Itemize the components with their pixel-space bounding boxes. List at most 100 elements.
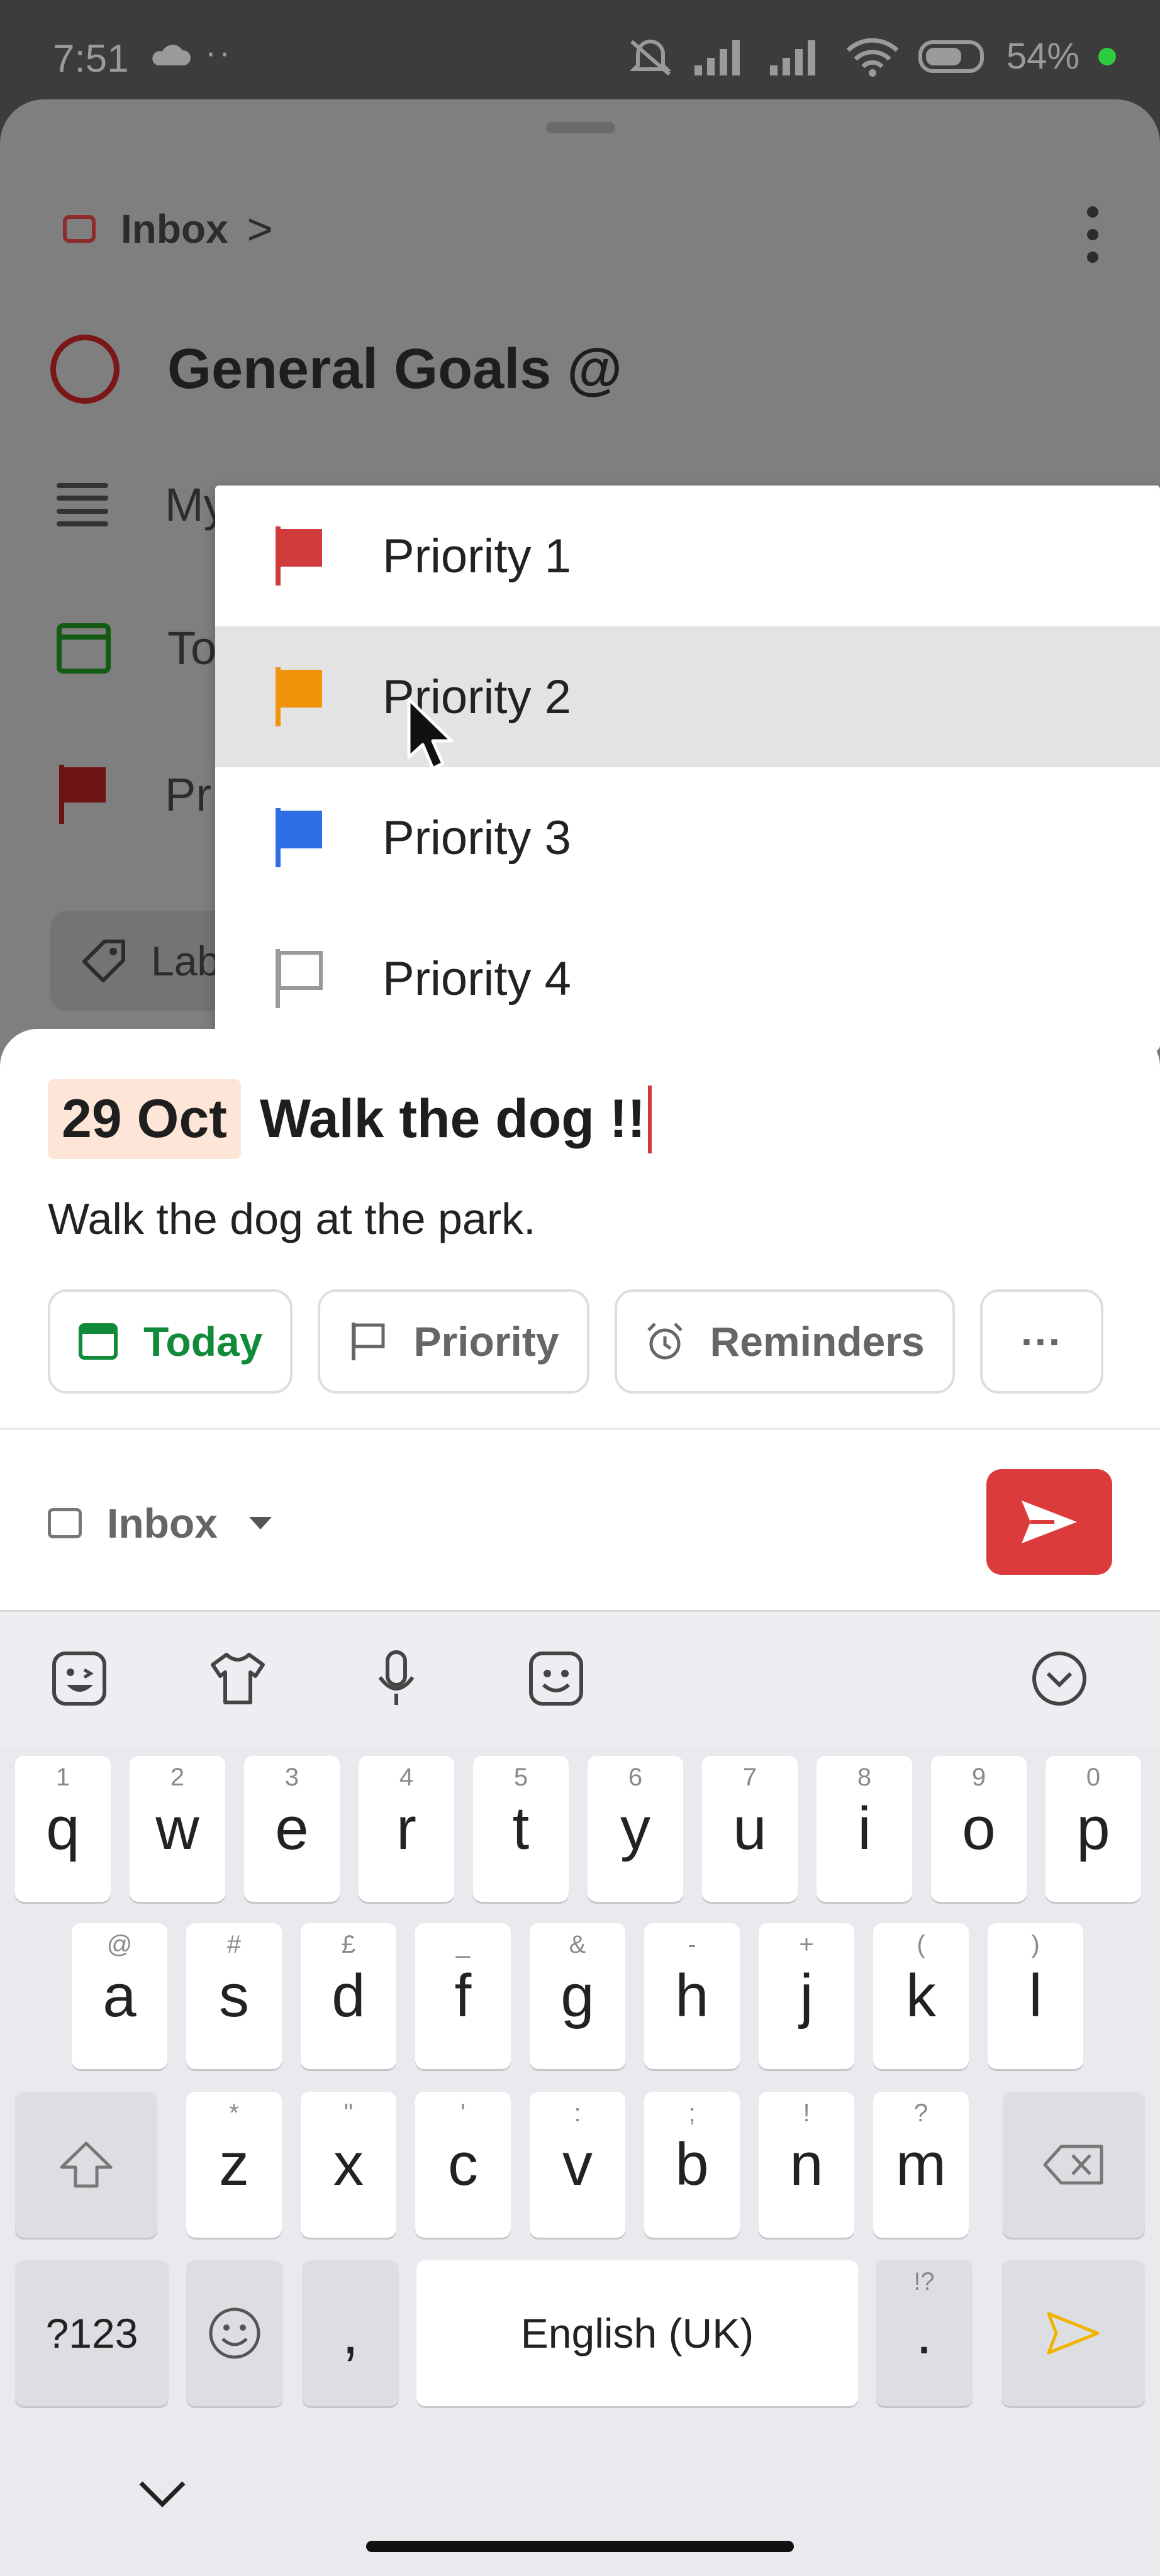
key-label: z [219, 2131, 249, 2198]
key-r[interactable]: 4r [359, 1756, 454, 1902]
key-hint: _ [455, 1931, 471, 1958]
key-label: m [896, 2131, 946, 2198]
comma-key[interactable]: , [302, 2260, 399, 2406]
reminders-button[interactable]: Reminders [614, 1289, 955, 1394]
complete-task-checkbox[interactable] [50, 335, 120, 404]
key-e[interactable]: 3e [244, 1756, 340, 1902]
project-selector[interactable]: Inbox [48, 1499, 272, 1547]
space-bar[interactable]: English (UK) [416, 2260, 858, 2406]
symbols-key[interactable]: ?123 [15, 2260, 169, 2406]
emoji-key[interactable] [186, 2260, 283, 2406]
key-b[interactable]: ; b [644, 2092, 740, 2238]
due-date-text: To [167, 622, 217, 674]
key-label: w [155, 1795, 199, 1862]
menu-item-priority-3[interactable]: Priority 3 [215, 767, 1160, 908]
key-w[interactable]: 2w [130, 1756, 225, 1902]
cloud-icon [152, 45, 191, 65]
breadcrumb-inbox[interactable]: Inbox [121, 206, 228, 252]
key-x[interactable]: " x [301, 2092, 396, 2238]
backspace-key[interactable] [1003, 2092, 1145, 2238]
key-hint: 3 [284, 1763, 299, 1791]
key-hint: ( [917, 1931, 925, 1958]
more-options-icon[interactable] [1086, 206, 1100, 263]
key-z[interactable]: * z [186, 2092, 282, 2238]
key-label: j [800, 1962, 813, 2029]
description-icon [57, 482, 108, 527]
shift-key[interactable] [15, 2092, 157, 2238]
key-k[interactable]: (k [873, 1923, 969, 2069]
menu-item-label: Priority 3 [382, 811, 571, 865]
period-key[interactable]: !?. [876, 2260, 973, 2406]
description-row[interactable]: My [57, 478, 227, 531]
sheet-drag-handle[interactable] [546, 122, 615, 133]
send-button[interactable] [986, 1469, 1112, 1575]
key-y[interactable]: 6y [588, 1756, 683, 1902]
more-options-button[interactable]: ··· [979, 1289, 1103, 1394]
battery-icon [918, 40, 984, 73]
key-m[interactable]: ? m [873, 2092, 969, 2238]
key-q[interactable]: 1q [15, 1756, 111, 1902]
task-name-input[interactable]: 29 Oct Walk the dog !! [48, 1079, 652, 1159]
key-p[interactable]: 0p [1046, 1756, 1141, 1902]
key-hint: & [569, 1931, 586, 1958]
divider [0, 1428, 1160, 1430]
sticker-icon[interactable] [49, 1648, 109, 1709]
menu-item-priority-2[interactable]: Priority 2 [215, 626, 1160, 767]
date-chip[interactable]: 29 Oct [48, 1079, 241, 1159]
task-header: General Goals @ [50, 335, 622, 404]
task-name-text[interactable]: Walk the dog !! [260, 1088, 645, 1150]
key-hint: - [688, 1931, 696, 1958]
status-dots: ·· [205, 33, 233, 71]
key-hint: 8 [857, 1763, 872, 1791]
key-hint: 6 [628, 1763, 643, 1791]
key-label: l [1029, 1962, 1042, 2029]
key-s[interactable]: # s [186, 1923, 282, 2069]
key-c[interactable]: ' c [415, 2092, 511, 2238]
key-n[interactable]: ! n [759, 2092, 854, 2238]
priority-button[interactable]: Priority [318, 1289, 589, 1394]
key-g[interactable]: & g [530, 1923, 625, 2069]
collapse-keyboard-icon[interactable] [1029, 1648, 1090, 1709]
key-l[interactable]: ) l [988, 1923, 1083, 2069]
home-indicator[interactable] [366, 2541, 794, 2552]
calendar-icon [57, 623, 111, 674]
enter-key[interactable] [1001, 2260, 1145, 2406]
signal-icon-2 [769, 40, 815, 75]
backspace-icon [1043, 2145, 1103, 2185]
quick-add-panel: 29 Oct Walk the dog !! Walk the dog at t… [0, 1029, 1160, 1613]
emoji-sticker-icon[interactable] [526, 1648, 586, 1709]
key-label: t [512, 1795, 530, 1862]
key-label: b [675, 2131, 709, 2198]
breadcrumb[interactable]: Inbox > [63, 204, 273, 254]
priority-row[interactable]: Pr [57, 765, 211, 824]
key-a[interactable]: @ a [72, 1923, 167, 2069]
reminders-label: Reminders [710, 1318, 925, 1365]
key-hint: * [229, 2099, 239, 2127]
nav-back-chevron-icon[interactable] [137, 2478, 187, 2509]
send-arrow-icon [1047, 2312, 1100, 2355]
due-date-row[interactable]: To [57, 621, 216, 675]
priority-label: Priority [413, 1318, 559, 1365]
key-t[interactable]: 5t [473, 1756, 569, 1902]
red-flag-icon [276, 526, 322, 586]
menu-item-priority-1[interactable]: Priority 1 [215, 486, 1160, 626]
description-input[interactable]: Walk the dog at the park. [48, 1194, 536, 1244]
key-i[interactable]: 8i [817, 1756, 912, 1902]
theme-shirt-icon[interactable] [208, 1648, 268, 1709]
menu-item-priority-4[interactable]: Priority 4 [215, 908, 1160, 1049]
task-title[interactable]: General Goals @ [167, 337, 622, 402]
project-name: Inbox [107, 1500, 218, 1546]
key-d[interactable]: £ d [301, 1923, 396, 2069]
microphone-icon[interactable] [366, 1648, 427, 1709]
key-hint: 1 [55, 1763, 70, 1791]
key-o[interactable]: 9o [931, 1756, 1027, 1902]
today-button[interactable]: Today [48, 1289, 293, 1394]
key-v[interactable]: :v [530, 2092, 625, 2238]
key-u[interactable]: 7u [702, 1756, 798, 1902]
key-f[interactable]: _ f [415, 1923, 511, 2069]
key-j[interactable]: + j [759, 1923, 854, 2069]
key-h[interactable]: -h [644, 1923, 740, 2069]
key-label: x [333, 2131, 364, 2198]
inbox-icon [63, 215, 96, 243]
inbox-icon [48, 1508, 82, 1538]
